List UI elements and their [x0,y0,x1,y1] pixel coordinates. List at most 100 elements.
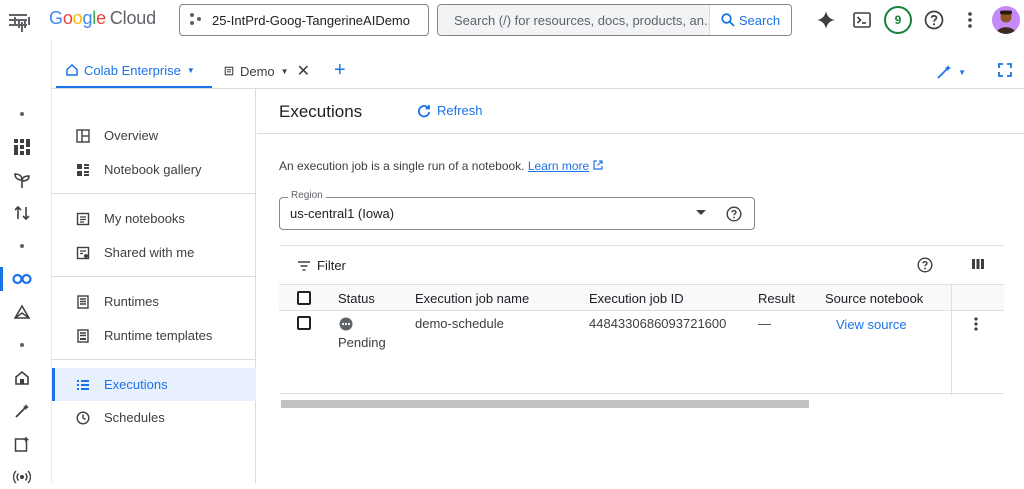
filter-icon [298,260,310,271]
nav-item-overview[interactable]: Overview [52,119,256,152]
horizontal-scrollbar-track [279,400,1004,408]
page-header: Executions Refresh [257,89,1024,134]
table-header: Status Execution job name Execution job … [279,284,1004,311]
home-icon[interactable] [0,366,44,390]
job-name: demo-schedule [415,316,504,331]
search-button[interactable]: Search [709,5,791,35]
logo-letter: o [62,8,73,28]
notifications-button[interactable]: 9 [880,2,916,38]
dashboard-icon[interactable] [0,135,44,159]
view-source-link[interactable]: View source [836,317,907,332]
nav-item-label: My notebooks [104,211,185,226]
top-actions: 9 [808,0,1024,40]
search-input[interactable] [438,5,709,35]
nav-item-label: Runtime templates [104,328,213,343]
chevron-down-icon[interactable]: ▼ [281,67,289,76]
search-icon [721,13,735,27]
horizontal-scrollbar[interactable] [281,400,809,408]
table-toolbar: Filter [279,246,1004,284]
help-icon[interactable] [916,2,952,38]
column-header-source-notebook[interactable]: Source notebook [825,291,923,306]
colab-nav: Overview Notebook gallery My notebooks S… [52,89,256,483]
notebook-icon [74,212,92,226]
product-rail [0,17,52,484]
tab-demo[interactable]: Demo ▼ ✕ [222,54,310,88]
nav-item-label: Runtimes [104,294,159,309]
nav-item-runtimes[interactable]: Runtimes [52,285,256,318]
select-all-checkbox[interactable] [297,291,311,305]
column-header-status[interactable]: Status [338,291,375,306]
runtime-icon [74,294,92,309]
logo-letter: o [72,8,83,28]
add-notebook-icon[interactable] [0,432,44,456]
pending-icon [339,317,353,334]
rail-dot [0,333,44,357]
overview-icon [74,128,92,143]
region-value: us-central1 (Iowa) [290,206,395,221]
column-display-icon[interactable] [971,257,985,274]
magic-wand-icon [937,65,952,79]
google-cloud-logo[interactable]: Google Cloud [49,8,156,29]
executions-table: Filter Status Execution job name Executi… [279,245,1004,410]
nav-item-shared-with-me[interactable]: Shared with me [52,236,256,269]
column-header-job-name[interactable]: Execution job name [415,291,529,306]
nav-item-schedules[interactable]: Schedules [52,401,256,434]
column-header-result[interactable]: Result [758,291,795,306]
region-label: Region [288,190,326,201]
chevron-down-icon [696,210,706,215]
page-title: Executions [279,102,363,121]
nav-item-executions[interactable]: Executions [52,368,256,401]
clock-icon [74,410,92,425]
learn-more-link[interactable]: Learn more [528,159,589,173]
nav-item-label: Executions [104,377,168,392]
open-in-new-icon [592,160,603,170]
tab-colab-enterprise[interactable]: Colab Enterprise ▼ [56,54,212,88]
status-text: Pending [338,335,386,350]
add-tab-button[interactable]: + [334,60,346,80]
template-icon [74,328,92,343]
logo-letter: G [49,8,63,28]
colab-icon[interactable] [0,267,44,291]
vertex-ai-icon[interactable] [0,14,44,38]
magic-wand-icon[interactable] [0,399,44,423]
nav-divider [52,359,256,360]
list-icon [74,378,92,392]
workbench-icon[interactable] [0,300,44,324]
chevron-down-icon: ▼ [186,65,195,75]
broadcast-icon[interactable] [0,465,44,489]
account-avatar[interactable] [988,2,1024,38]
help-icon[interactable] [917,257,933,276]
logo-letter: g [82,8,93,28]
rail-dot [0,234,44,258]
nav-item-notebook-gallery[interactable]: Notebook gallery [52,153,256,186]
nav-item-my-notebooks[interactable]: My notebooks [52,202,256,235]
refresh-button[interactable]: Refresh [417,103,483,118]
project-name: 25-IntPrd-Goog-TangerineAIDemo [212,12,410,28]
column-header-job-id[interactable]: Execution job ID [589,291,684,306]
more-vert-icon[interactable] [952,2,988,38]
model-garden-icon[interactable] [0,168,44,192]
row-checkbox[interactable] [297,316,311,330]
close-icon[interactable]: ✕ [297,61,310,81]
filter-button[interactable]: Filter [297,258,346,273]
tools-menu-button[interactable]: ▼ [936,64,966,80]
chevron-down-icon: ▼ [958,67,966,77]
help-icon[interactable] [726,206,742,225]
filter-label: Filter [317,258,346,273]
gemini-icon[interactable] [808,2,844,38]
notebook-icon [224,66,234,76]
nav-item-label: Overview [104,128,159,143]
region-select[interactable]: Region us-central1 (Iowa) [279,190,755,230]
logo-letter: e [96,8,106,28]
cloud-shell-icon[interactable] [844,2,880,38]
pipelines-icon[interactable] [0,201,44,225]
nav-item-runtime-templates[interactable]: Runtime templates [52,319,256,352]
nav-item-label: Notebook gallery [104,162,202,177]
avatar [992,6,1020,34]
page-description: An execution job is a single run of a no… [279,159,603,173]
fullscreen-icon[interactable] [998,63,1012,80]
gallery-icon [74,163,92,177]
result-value: — [758,316,771,331]
tabs-bar: Colab Enterprise ▼ Demo ▼ ✕ + ▼ [52,52,1024,89]
project-picker[interactable]: 25-IntPrd-Goog-TangerineAIDemo [179,4,429,36]
